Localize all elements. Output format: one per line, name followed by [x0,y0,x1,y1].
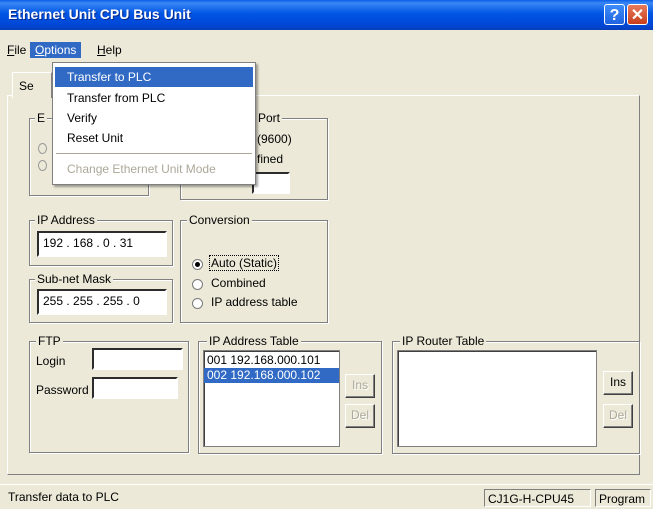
ip-router-table-list[interactable] [397,350,597,447]
conversion-label: Conversion [187,213,252,227]
radio-combined-label: Combined [211,276,266,290]
menu-file[interactable]: File [2,42,31,58]
subnet-label: Sub-net Mask [35,272,114,286]
radio-hidden-2[interactable] [38,160,47,171]
ip-table-ins-button[interactable]: Ins [345,374,375,398]
ftp-label: FTP [36,334,63,348]
router-del-button[interactable]: Del [603,404,633,428]
menu-item-verify[interactable]: Verify [55,108,253,128]
radio-ip-table-label: IP address table [211,295,298,309]
menu-options[interactable]: Options [30,42,82,58]
radio-combined[interactable] [192,279,203,290]
password-label: Password [36,383,89,397]
menu-help[interactable]: Help [92,42,127,58]
status-bar: Transfer data to PLC CJ1G-H-CPU45 Progra… [0,484,653,509]
list-item[interactable]: 001 192.168.000.101 [204,353,339,368]
unit-group-label: E [35,111,48,125]
radio-auto-static-label: Auto (Static) [208,255,280,271]
radio-auto-static[interactable] [192,259,203,270]
ip-address-label: IP Address [35,213,97,227]
port-field[interactable] [252,172,290,194]
status-message: Transfer data to PLC [8,490,119,504]
help-button[interactable]: ? [604,4,625,25]
ip-table-label: IP Address Table [207,334,301,348]
close-button[interactable]: ✕ [627,4,648,25]
menu-item-transfer-to-plc[interactable]: Transfer to PLC [55,67,253,87]
title-bar[interactable]: Ethernet Unit CPU Bus Unit ? ✕ [0,0,653,30]
router-ins-button[interactable]: Ins [603,371,633,395]
menu-item-reset-unit[interactable]: Reset Unit [55,128,253,148]
status-mode: Program [595,489,651,507]
window-title: Ethernet Unit CPU Bus Unit [8,6,191,22]
tab-settings[interactable]: Se [12,72,52,98]
defined-text: fined [257,152,284,166]
radio-ip-table[interactable] [192,298,203,309]
menu-separator [56,153,252,154]
subnet-mask-field[interactable]: 255 . 255 . 255 . 0 [37,289,167,315]
menu-item-transfer-from-plc[interactable]: Transfer from PLC [55,88,253,108]
ip-table-del-button[interactable]: Del [345,404,375,428]
port-group-label: Port [256,111,283,125]
login-field[interactable] [92,348,183,370]
list-item-selected[interactable]: 002 192.168.000.102 [204,368,339,383]
status-model: CJ1G-H-CPU45 [484,489,591,507]
menu-bar: File Options Help [0,40,653,60]
options-dropdown-menu: Transfer to PLC Transfer from PLC Verify… [52,62,256,185]
menu-item-change-mode: Change Ethernet Unit Mode [67,162,216,176]
ip-address-table-list[interactable]: 001 192.168.000.101 002 192.168.000.102 [203,350,340,447]
router-table-label: IP Router Table [400,334,487,348]
login-label: Login [36,354,66,368]
baud-text: (9600) [257,132,292,146]
ip-address-field[interactable]: 192 . 168 . 0 . 31 [37,231,167,257]
radio-hidden-1[interactable] [38,143,47,154]
password-field[interactable] [92,377,178,399]
